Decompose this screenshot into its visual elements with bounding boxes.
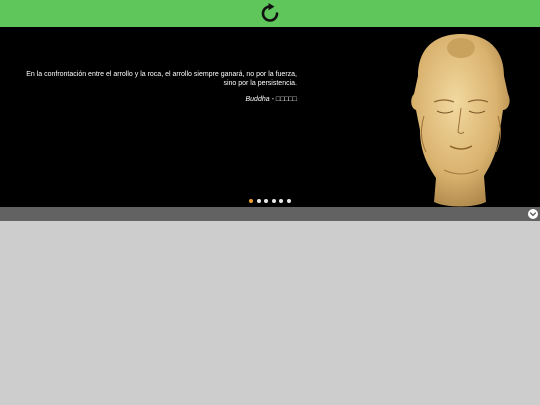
quote-attribution: Buddha - □□□□□ xyxy=(160,96,297,103)
slider-dot[interactable] xyxy=(286,199,291,203)
refresh-icon[interactable] xyxy=(259,3,281,24)
quote-text: En la confrontación entre el arrollo y l… xyxy=(26,71,297,87)
slider-dot[interactable] xyxy=(264,199,268,203)
slider-dot[interactable] xyxy=(249,199,253,203)
top-bar xyxy=(0,0,540,27)
author-native-name: □□□□□ xyxy=(275,96,297,103)
chevron-down-icon[interactable] xyxy=(528,209,538,219)
quote-slider: En la confrontación entre el arrollo y l… xyxy=(0,27,540,207)
collapse-strip xyxy=(0,207,540,221)
main-content xyxy=(0,221,540,405)
slider-dot[interactable] xyxy=(279,199,283,203)
author-name: Buddha xyxy=(245,96,270,103)
buddha-head-image xyxy=(411,34,510,207)
slider-pagination xyxy=(249,199,291,203)
slider-dot[interactable] xyxy=(271,199,276,203)
slider-dot[interactable] xyxy=(256,199,261,203)
